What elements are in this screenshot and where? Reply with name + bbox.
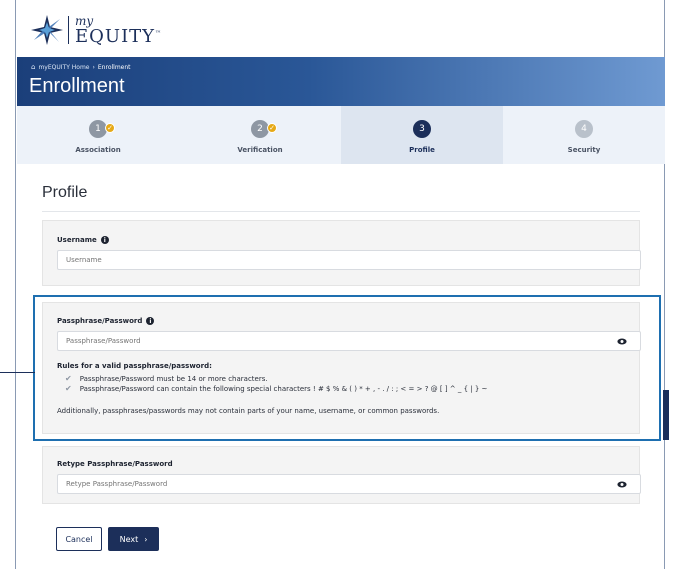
check-icon: ✔ xyxy=(65,384,72,393)
retype-password-input[interactable] xyxy=(57,474,641,494)
star-logo-icon xyxy=(31,15,63,45)
step-number: 2 ✓ xyxy=(251,120,277,138)
enrollment-steps: 1 ✓ Association 2 ✓ Verification 3 Profi… xyxy=(17,106,665,164)
breadcrumb-home[interactable]: myEQUITY Home xyxy=(38,64,89,71)
breadcrumb-current: Enrollment xyxy=(97,63,131,71)
chevron-right-icon: › xyxy=(144,534,148,544)
rule-text: Passphrase/Password must be 14 or more c… xyxy=(79,374,268,383)
step-verification: 2 ✓ Verification xyxy=(179,106,341,164)
eye-icon[interactable] xyxy=(617,338,627,345)
callout-leader-line xyxy=(0,372,35,373)
step-label: Security xyxy=(567,146,601,154)
step-number: 4 xyxy=(575,120,593,138)
info-icon[interactable]: i xyxy=(100,236,109,244)
myequity-logo[interactable]: my EQUITY™ xyxy=(30,14,162,46)
username-label: Username i xyxy=(57,236,109,244)
check-icon: ✓ xyxy=(105,123,115,133)
password-label: Passphrase/Password i xyxy=(57,317,155,325)
retype-label: Retype Passphrase/Password xyxy=(57,460,173,468)
logo-equity: EQUITY™ xyxy=(75,25,163,47)
password-input[interactable] xyxy=(57,331,641,351)
step-profile: 3 Profile xyxy=(341,106,503,164)
username-input[interactable] xyxy=(57,250,641,270)
eye-icon[interactable] xyxy=(617,481,627,488)
rule-item: ✔ Passphrase/Password can contain the fo… xyxy=(65,384,487,393)
section-heading: Profile xyxy=(42,184,88,201)
page-title: Enrollment xyxy=(29,75,125,97)
next-button[interactable]: Next › xyxy=(108,527,159,551)
check-icon: ✔ xyxy=(65,374,72,383)
side-tab[interactable] xyxy=(663,390,669,440)
next-button-label: Next xyxy=(119,534,139,544)
retype-panel: Retype Passphrase/Password xyxy=(42,446,641,504)
logo-wordmark: my EQUITY™ xyxy=(75,15,162,46)
step-number-text: 4 xyxy=(581,124,587,134)
retype-label-text: Retype Passphrase/Password xyxy=(57,460,173,468)
username-panel: Username i xyxy=(42,220,641,286)
rules-title: Rules for a valid passphrase/password: xyxy=(57,362,212,370)
breadcrumb: ⌂ myEQUITY Home › Enrollment xyxy=(31,63,131,71)
password-panel: Passphrase/Password i Rules for a valid … xyxy=(42,302,641,434)
step-association: 1 ✓ Association xyxy=(17,106,179,164)
page-banner: ⌂ myEQUITY Home › Enrollment Enrollment xyxy=(17,57,665,106)
step-label: Association xyxy=(75,146,121,154)
step-number: 1 ✓ xyxy=(89,120,115,138)
step-label: Verification xyxy=(237,146,283,154)
heading-divider xyxy=(42,211,640,212)
trademark-mark: ™ xyxy=(155,29,163,37)
step-number: 3 xyxy=(413,120,431,138)
home-icon[interactable]: ⌂ xyxy=(31,63,35,71)
page-frame: my EQUITY™ ⌂ myEQUITY Home › Enrollment … xyxy=(15,0,665,569)
username-label-text: Username xyxy=(57,236,97,244)
rules-note: Additionally, passphrases/passwords may … xyxy=(57,407,440,415)
check-icon: ✓ xyxy=(267,123,277,133)
step-security: 4 Security xyxy=(503,106,665,164)
cancel-button[interactable]: Cancel xyxy=(56,527,102,551)
rule-item: ✔ Passphrase/Password must be 14 or more… xyxy=(65,374,268,383)
step-number-text: 2 xyxy=(257,124,263,134)
step-number-text: 1 xyxy=(95,124,101,134)
logo-equity-text: EQUITY xyxy=(75,25,156,47)
step-number-text: 3 xyxy=(419,124,425,134)
logo-divider xyxy=(68,16,69,44)
password-label-text: Passphrase/Password xyxy=(57,317,143,325)
breadcrumb-separator: › xyxy=(92,63,95,71)
rule-text: Passphrase/Password can contain the foll… xyxy=(79,384,488,393)
info-icon[interactable]: i xyxy=(146,317,155,325)
step-label: Profile xyxy=(409,146,435,154)
